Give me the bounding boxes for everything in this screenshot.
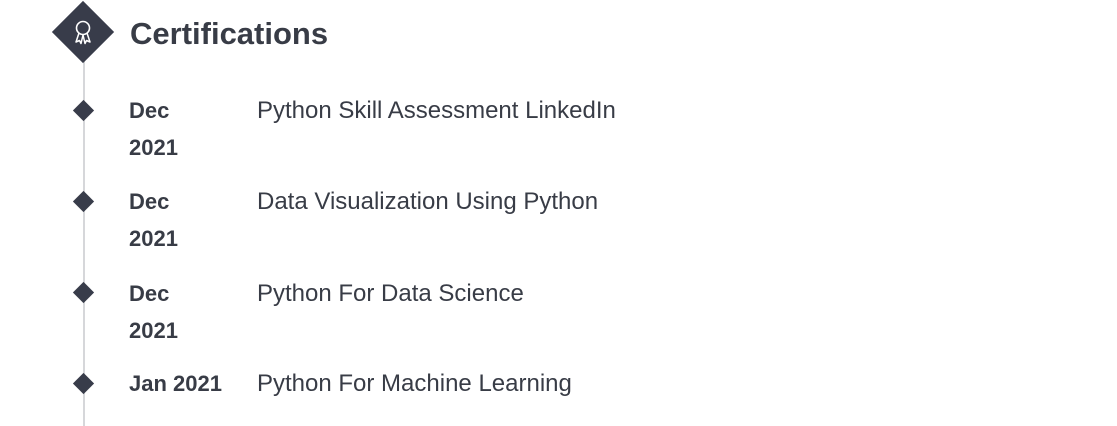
entry-date: Dec 2021 (129, 281, 178, 343)
entry-marker (72, 372, 95, 395)
entry-name: Python For Machine Learning (257, 370, 572, 397)
entry-name: Python Skill Assessment LinkedIn (257, 97, 616, 124)
entry-name: Data Visualization Using Python (257, 188, 599, 215)
award-ribbon-icon (75, 20, 91, 45)
entry-name: Python For Data Science (257, 280, 524, 307)
section-title: Certifications (130, 16, 329, 51)
entry-marker (72, 99, 95, 122)
entry-date: Dec 2021 (129, 189, 178, 251)
entry-date: Dec 2021 (129, 98, 178, 160)
entry-marker (72, 190, 95, 213)
entry-date: Jan 2021 (129, 371, 222, 396)
entry-marker (72, 281, 95, 304)
